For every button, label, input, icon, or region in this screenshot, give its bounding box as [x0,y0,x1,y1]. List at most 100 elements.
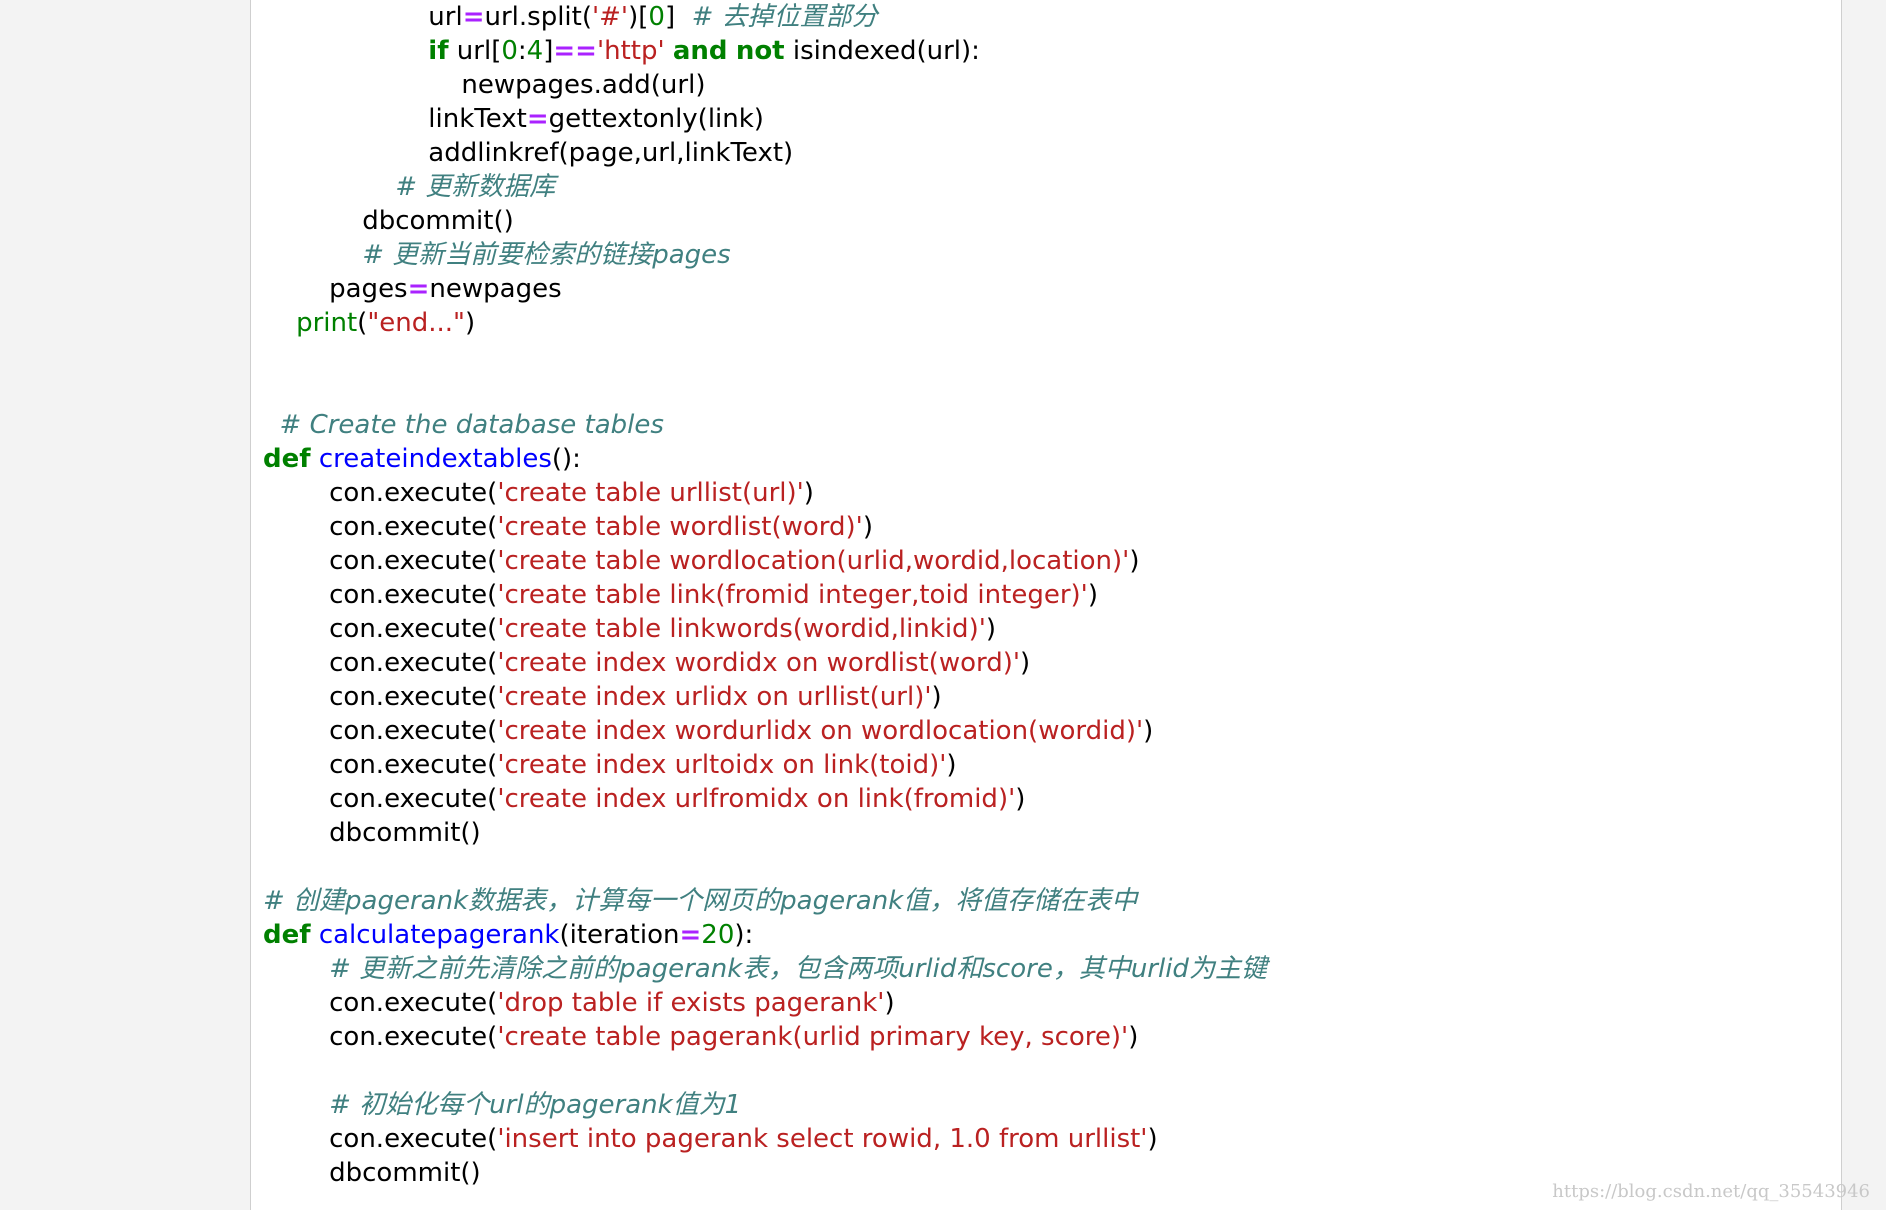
string-token: 'create table link(fromid integer,toid i… [497,580,1088,610]
code-token: isindexed(url): [784,36,980,66]
code-line: # 更新之前先清除之前的pagerank表，包含两项urlid和score，其中… [263,952,1267,986]
code-line: con.execute('create index urlfromidx on … [263,782,1267,816]
code-line: dbcommit() [263,816,1267,850]
keyword-token: and [672,36,728,66]
code-line: def createindextables(): [263,442,1267,476]
code-line: def calculatepagerank(iteration=20): [263,918,1267,952]
code-token: dbcommit() [329,818,481,848]
string-token: '#' [592,2,629,32]
string-token: 'create index urlidx on urllist(url)' [497,682,932,712]
keyword-token: not [735,36,785,66]
code-line: con.execute('create table wordlist(word)… [263,510,1267,544]
string-token: 'create table linkwords(wordid,linkid)' [497,614,986,644]
keyword-token: def [263,920,311,950]
code-line: # Create the database tables [263,408,1267,442]
code-token: ) [465,308,476,338]
code-token: ): [734,920,754,950]
code-token: ) [1087,580,1098,610]
builtin-token: print [296,308,358,338]
comment-token: # 更新当前要检索的链接pages [362,240,731,270]
code-token: ( [357,308,368,338]
code-token: con.execute( [329,784,498,814]
function-name-token: calculatepagerank [318,920,560,950]
operator-token: == [553,36,597,66]
code-line: con.execute('create table link(fromid in… [263,578,1267,612]
code-line: con.execute('drop table if exists pagera… [263,986,1267,1020]
code-token: con.execute( [329,1124,498,1154]
comment-token: # 去掉位置部分 [691,2,878,32]
code-editor[interactable]: url=url.split('#')[0] # 去掉位置部分 if url[0:… [263,0,1267,1190]
comment-token: # 更新之前先清除之前的pagerank表，包含两项urlid和score，其中… [329,954,1267,984]
code-line: # 初始化每个url的pagerank值为1 [263,1088,1267,1122]
code-token: ) [1020,648,1031,678]
code-line: linkText=gettextonly(link) [263,102,1267,136]
code-line: if url[0:4]=='http' and not isindexed(ur… [263,34,1267,68]
code-line: con.execute('create index urltoidx on li… [263,748,1267,782]
code-cell[interactable]: url=url.split('#')[0] # 去掉位置部分 if url[0:… [250,0,1842,1210]
string-token: 'create index urlfromidx on link(fromid)… [497,784,1016,814]
code-token: (): [551,444,581,474]
code-line: # 更新当前要检索的链接pages [263,238,1267,272]
code-token: con.execute( [329,750,498,780]
code-line: url=url.split('#')[0] # 去掉位置部分 [263,0,1267,34]
code-line: con.execute('create table wordlocation(u… [263,544,1267,578]
code-token: (iteration [559,920,680,950]
code-token: ) [931,682,942,712]
string-token: 'drop table if exists pagerank' [497,988,885,1018]
code-token: ) [946,750,957,780]
code-token: ] [664,2,692,32]
code-token: con.execute( [329,512,498,542]
code-line: # 创建pagerank数据表，计算每一个网页的pagerank值，将值存储在表… [263,884,1267,918]
code-token: ] [543,36,554,66]
code-line: con.execute('create index urlidx on urll… [263,680,1267,714]
string-token: 'create index urltoidx on link(toid)' [497,750,947,780]
code-token: con.execute( [329,1022,498,1052]
code-token: ) [803,478,814,508]
code-line: con.execute('create index wordidx on wor… [263,646,1267,680]
code-line: con.execute('create table linkwords(word… [263,612,1267,646]
string-token: "end..." [367,308,466,338]
code-token: url [428,2,463,32]
code-token: ) [985,614,997,644]
number-token: 0 [648,2,665,32]
code-line: newpages.add(url) [263,68,1267,102]
string-token: 'create table wordlocation(urlid,wordid,… [497,546,1130,576]
string-token: 'http' [596,36,665,66]
string-token: 'create table urllist(url)' [497,478,804,508]
code-token: con.execute( [329,478,498,508]
code-token: con.execute( [329,546,498,576]
code-token: ) [1128,1022,1139,1052]
number-token: 4 [526,36,544,66]
string-token: 'create index wordurlidx on wordlocation… [497,716,1144,746]
code-token: con.execute( [329,648,498,678]
string-token: 'create table wordlist(word)' [497,512,863,542]
code-token: con.execute( [329,614,498,644]
code-token: con.execute( [329,716,498,746]
code-line: dbcommit() [263,1156,1267,1190]
code-token: url[ [448,36,502,66]
